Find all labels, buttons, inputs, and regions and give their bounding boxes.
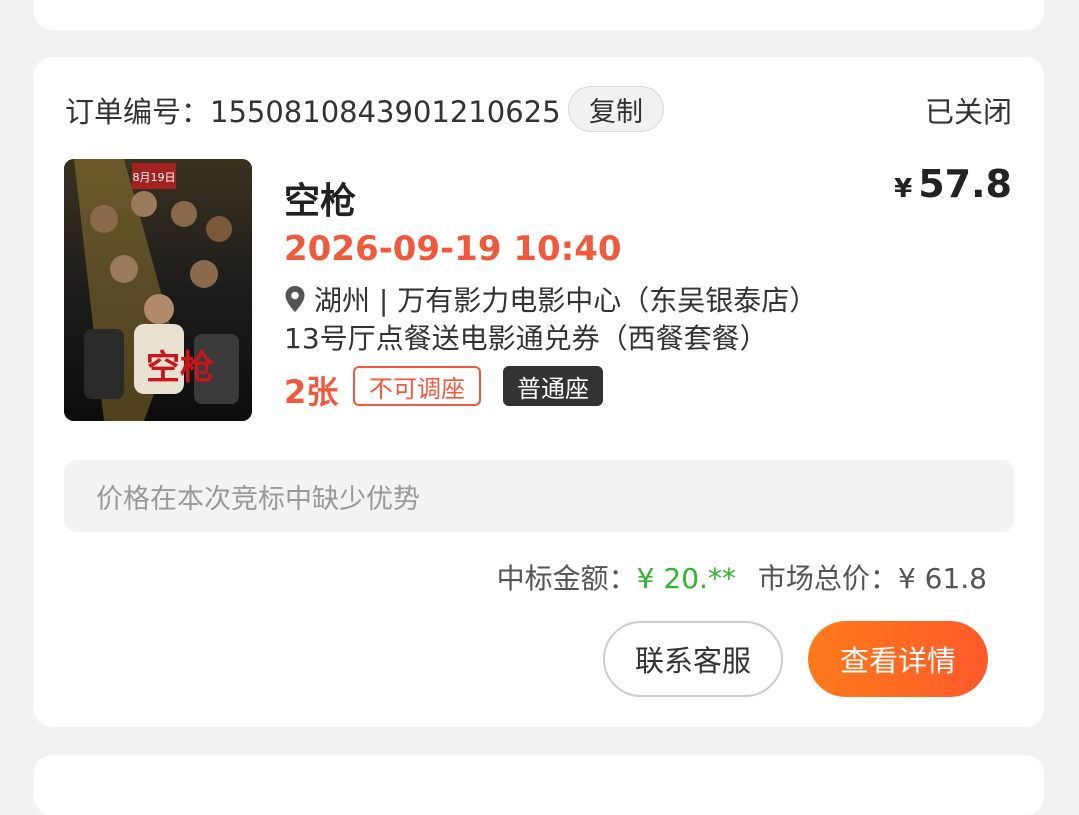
market-price-value: ¥ 61.8 <box>897 562 987 595</box>
next-order-card <box>34 755 1044 815</box>
hall-info: 13号厅点餐送电影通兑券（西餐套餐） <box>284 322 768 355</box>
ticket-count: 2张 <box>284 373 339 411</box>
currency-symbol: ¥ <box>894 174 913 204</box>
order-status: 已关闭 <box>924 95 1012 129</box>
contact-service-button[interactable]: 联系客服 <box>603 621 783 697</box>
previous-order-card <box>34 0 1044 30</box>
movie-poster[interactable]: 8月19日 空枪 <box>64 159 252 421</box>
winning-amount-value: ¥ 20.** <box>636 562 736 595</box>
poster-date: 8月19日 <box>133 171 176 184</box>
order-card: 订单编号：1550810843901210625 复制 已关闭 8月19日 空枪… <box>34 57 1044 727</box>
price-value: 57.8 <box>918 162 1012 206</box>
market-price-label: 市场总价： <box>757 562 898 595</box>
bid-summary: 中标金额：¥ 20.** 市场总价：¥ 61.8 <box>497 557 987 597</box>
cinema-info: 湖州 | 万有影力电影中心（东吴银泰店） <box>284 279 817 319</box>
copy-button[interactable]: 复制 <box>568 86 664 132</box>
view-details-button[interactable]: 查看详情 <box>808 621 988 697</box>
location-pin-icon <box>285 286 305 312</box>
cinema-name: 湖州 | 万有影力电影中心（东吴银泰店） <box>314 284 818 317</box>
bid-notice: 价格在本次竞标中缺少优势 <box>64 460 1014 532</box>
order-price: ¥57.8 <box>894 162 1012 206</box>
winning-amount-label: 中标金额： <box>496 562 637 595</box>
poster-title: 空枪 <box>146 348 214 388</box>
order-number: 订单编号：1550810843901210625 <box>65 95 561 129</box>
seat-type-badge: 普通座 <box>503 366 603 406</box>
seat-tag: 不可调座 <box>353 366 481 406</box>
movie-title: 空枪 <box>284 181 357 222</box>
showtime: 2026-09-19 10:40 <box>284 229 622 269</box>
